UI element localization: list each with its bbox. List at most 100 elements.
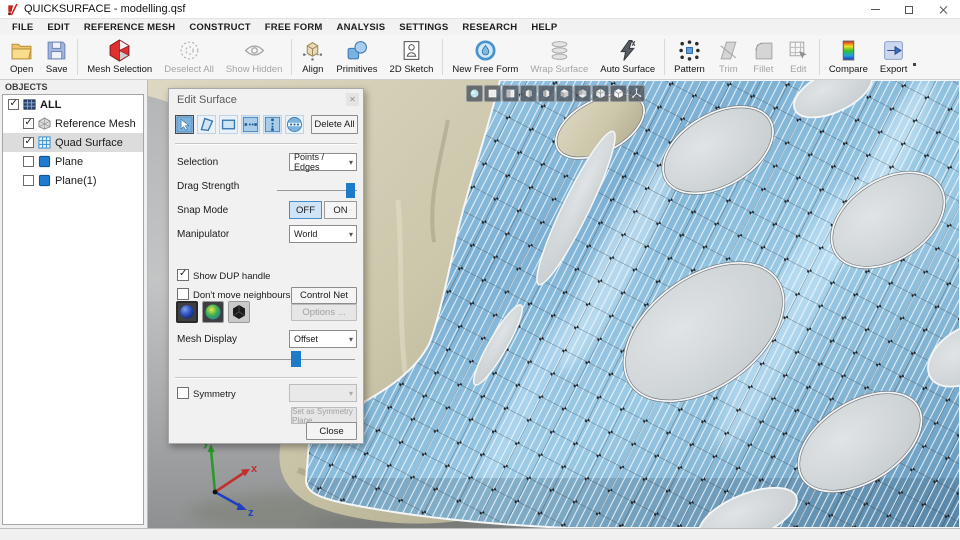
open-button[interactable]: Open <box>4 37 39 79</box>
menu-edit[interactable]: EDIT <box>40 22 76 33</box>
menu-file[interactable]: FILE <box>5 22 40 33</box>
view-top-button[interactable] <box>556 85 573 102</box>
snap-off-button[interactable]: OFF <box>289 201 322 219</box>
offset-slider[interactable] <box>179 359 355 360</box>
drag-strength-handle[interactable] <box>346 183 355 198</box>
main-toolbar: Open Save Mesh Selection Deselect All Sh… <box>0 35 960 80</box>
display-wireframe-cube-button[interactable] <box>228 301 250 323</box>
dont-move-label: Don't move neighbours <box>193 290 290 301</box>
export-dropdown-dot[interactable] <box>913 63 916 66</box>
checkbox-reference-mesh[interactable] <box>23 118 34 129</box>
tool-select-rectangle[interactable] <box>219 115 238 134</box>
symmetry-checkbox[interactable] <box>177 387 189 399</box>
primitives-button[interactable]: Primitives <box>330 37 383 79</box>
show-hidden-button: Show Hidden <box>220 37 289 79</box>
objects-panel: OBJECTS ALL Reference Mesh Quad Surface … <box>0 80 148 528</box>
view-left-button[interactable] <box>520 85 537 102</box>
axis-label-z: z <box>248 507 254 519</box>
mesh-selection-button[interactable]: Mesh Selection <box>81 37 158 79</box>
offset-slider-handle[interactable] <box>291 351 301 367</box>
axis-label-x: x <box>251 463 258 475</box>
maximize-icon <box>905 6 913 14</box>
menu-reference-mesh[interactable]: REFERENCE MESH <box>77 22 182 33</box>
manipulator-dropdown[interactable]: World <box>289 225 357 243</box>
tool-select-column[interactable] <box>263 115 282 134</box>
checkbox-all[interactable] <box>8 99 19 110</box>
dont-move-checkbox[interactable] <box>177 288 189 300</box>
floppy-icon <box>45 39 68 62</box>
toolbar-separator <box>819 39 820 75</box>
primitives-icon <box>345 39 368 62</box>
2d-sketch-button[interactable]: 2D Sketch <box>384 37 440 79</box>
tree-item-quad-surface[interactable]: Quad Surface <box>3 133 143 152</box>
sketch-icon <box>400 39 423 62</box>
close-button[interactable] <box>926 0 960 19</box>
symmetry-dropdown <box>289 384 357 402</box>
checkbox-plane-1[interactable] <box>23 175 34 186</box>
selection-label: Selection <box>177 157 218 168</box>
tree-item-plane[interactable]: Plane <box>3 152 143 171</box>
edit-grid-icon <box>787 39 810 62</box>
mesh-display-dropdown[interactable]: Offset <box>289 330 357 348</box>
checkbox-plane[interactable] <box>23 156 34 167</box>
export-button[interactable]: Export <box>874 37 913 79</box>
tool-select-cursor[interactable] <box>175 115 194 134</box>
view-back-button[interactable] <box>502 85 519 102</box>
menu-help[interactable]: HELP <box>524 22 564 33</box>
show-dup-checkbox[interactable] <box>177 269 189 281</box>
tree-item-reference-mesh[interactable]: Reference Mesh <box>3 114 143 133</box>
reference-mesh-icon <box>38 117 51 130</box>
compare-button[interactable]: Compare <box>823 37 874 79</box>
snap-on-button[interactable]: ON <box>324 201 357 219</box>
align-button[interactable]: Align <box>295 37 330 79</box>
toolbar-separator <box>664 39 665 75</box>
view-front-button[interactable] <box>484 85 501 102</box>
display-shaded-sphere-button[interactable] <box>176 301 198 323</box>
tool-select-loop[interactable] <box>285 115 304 134</box>
symmetry-label: Symmetry <box>193 389 236 400</box>
delete-all-button[interactable]: Delete All <box>311 115 358 134</box>
tool-select-quad[interactable] <box>197 115 216 134</box>
options-button: Options ... <box>291 304 357 321</box>
menu-research[interactable]: RESEARCH <box>455 22 524 33</box>
snap-mode-label: Snap Mode <box>177 205 228 216</box>
menu-bar: FILE EDIT REFERENCE MESH CONSTRUCT FREE … <box>0 19 960 35</box>
viewport-toolbar <box>466 85 645 102</box>
align-cube-icon <box>301 39 324 62</box>
toolbar-separator <box>77 39 78 75</box>
tree-item-all[interactable]: ALL <box>3 95 143 114</box>
view-right-button[interactable] <box>538 85 555 102</box>
objects-panel-header: OBJECTS <box>0 80 147 93</box>
menu-construct[interactable]: CONSTRUCT <box>182 22 257 33</box>
tool-select-row[interactable] <box>241 115 260 134</box>
save-button[interactable]: Save <box>39 37 74 79</box>
toolbar-separator <box>442 39 443 75</box>
selection-tools <box>175 115 304 134</box>
display-deviation-sphere-button[interactable] <box>202 301 224 323</box>
menu-free-form[interactable]: FREE FORM <box>258 22 330 33</box>
tree-item-plane-1[interactable]: Plane(1) <box>3 171 143 190</box>
mesh-display-label: Mesh Display <box>177 334 237 345</box>
dialog-close-button[interactable] <box>346 93 359 106</box>
view-iso-button[interactable] <box>592 85 609 102</box>
maximize-button[interactable] <box>892 0 926 19</box>
toolbar-separator <box>291 39 292 75</box>
close-dialog-button[interactable]: Close <box>306 422 357 440</box>
checkbox-quad-surface[interactable] <box>23 137 34 148</box>
wrap-cylinder-icon <box>548 39 571 62</box>
view-iso-back-button[interactable] <box>610 85 627 102</box>
view-bottom-button[interactable] <box>574 85 591 102</box>
menu-analysis[interactable]: ANALYSIS <box>330 22 393 33</box>
control-net-button[interactable]: Control Net <box>291 287 357 304</box>
new-free-form-button[interactable]: New Free Form <box>446 37 524 79</box>
selection-dropdown[interactable]: Points / Edges <box>289 153 357 171</box>
menu-settings[interactable]: SETTINGS <box>392 22 455 33</box>
minimize-button[interactable] <box>858 0 892 19</box>
view-axes-button[interactable] <box>628 85 645 102</box>
pattern-button[interactable]: Pattern <box>668 37 711 79</box>
view-shaded-button[interactable] <box>466 85 483 102</box>
dialog-title: Edit Surface <box>177 94 237 106</box>
drag-strength-slider[interactable] <box>277 190 357 191</box>
auto-surface-button[interactable]: Auto Surface <box>594 37 661 79</box>
title-bar: QUICKSURFACE - modelling.qsf <box>0 0 960 19</box>
